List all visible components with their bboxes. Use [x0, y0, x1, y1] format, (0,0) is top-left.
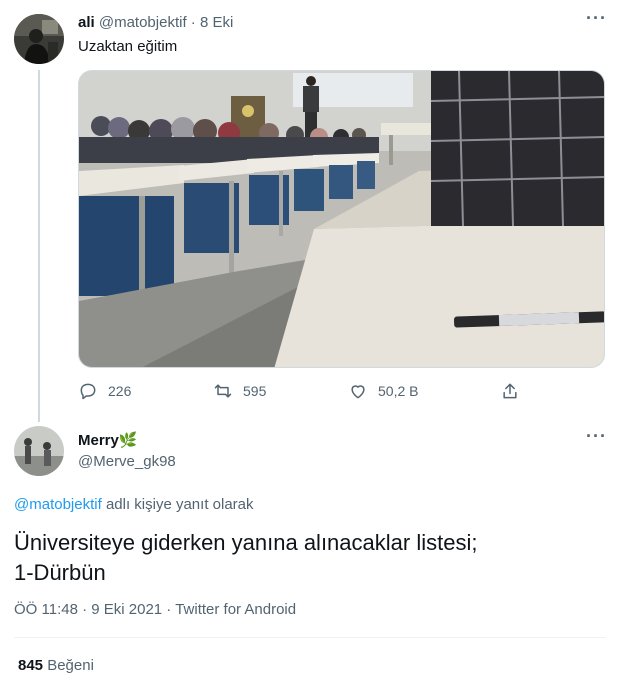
- divider: [14, 637, 606, 638]
- author-name[interactable]: ali: [78, 14, 95, 31]
- more-icon[interactable]: ···: [586, 426, 607, 447]
- reply-to-suffix: adlı kişiye yanıt olarak: [105, 496, 254, 513]
- leaf-emoji: 🌿: [118, 432, 138, 449]
- reply-text-line1: Üniversiteye giderken yanına alınacaklar…: [14, 530, 478, 555]
- avatar-image: [14, 426, 64, 476]
- reply-author-name-row[interactable]: Merry🌿: [78, 431, 138, 449]
- author-handle[interactable]: @matobjektif: [99, 14, 187, 31]
- like-count: 50,2 B: [378, 383, 419, 399]
- tweet-text: Uzaktan eğitim: [78, 38, 178, 55]
- classroom-photo: [79, 71, 604, 367]
- like-action[interactable]: 50,2 B: [348, 380, 418, 402]
- likes-count: 845: [18, 657, 44, 674]
- retweet-count: 595: [243, 383, 267, 399]
- replying-to: @matobjektif adlı kişiye yanıt olarak: [14, 496, 254, 513]
- reply-action[interactable]: 226: [78, 380, 131, 402]
- reply-author-handle[interactable]: @Merve_gk98: [78, 453, 176, 470]
- heart-icon: [351, 385, 365, 399]
- reply-text: Üniversiteye giderken yanına alınacaklar…: [14, 528, 477, 588]
- reply-meta[interactable]: ÖÖ 11:48 · 9 Eki 2021 · Twitter for Andr…: [14, 601, 296, 618]
- retweet-action[interactable]: 595: [213, 380, 266, 402]
- likes-summary[interactable]: 845 Beğeni: [18, 657, 94, 674]
- reply-text-line2: 1-Dürbün: [14, 560, 106, 585]
- tweet-date[interactable]: 8 Eki: [200, 14, 233, 31]
- likes-label: Beğeni: [47, 657, 94, 674]
- reply-author-name: Merry: [78, 432, 119, 449]
- tweet-header: ali @matobjektif · 8 Eki: [78, 14, 233, 31]
- reply-count: 226: [108, 383, 132, 399]
- avatar-ali[interactable]: [14, 14, 64, 64]
- avatar-merry[interactable]: [14, 426, 64, 476]
- reply-icon: [80, 383, 96, 400]
- retweet-icon: [214, 384, 232, 398]
- separator-dot: ·: [190, 14, 196, 31]
- share-action[interactable]: [500, 380, 520, 402]
- tweet-photo[interactable]: [78, 70, 605, 368]
- reply-to-handle[interactable]: @matobjektif: [14, 496, 102, 513]
- share-icon: [503, 383, 517, 399]
- avatar-image: [14, 14, 64, 64]
- thread-line: [38, 70, 40, 422]
- more-icon[interactable]: ···: [586, 8, 607, 29]
